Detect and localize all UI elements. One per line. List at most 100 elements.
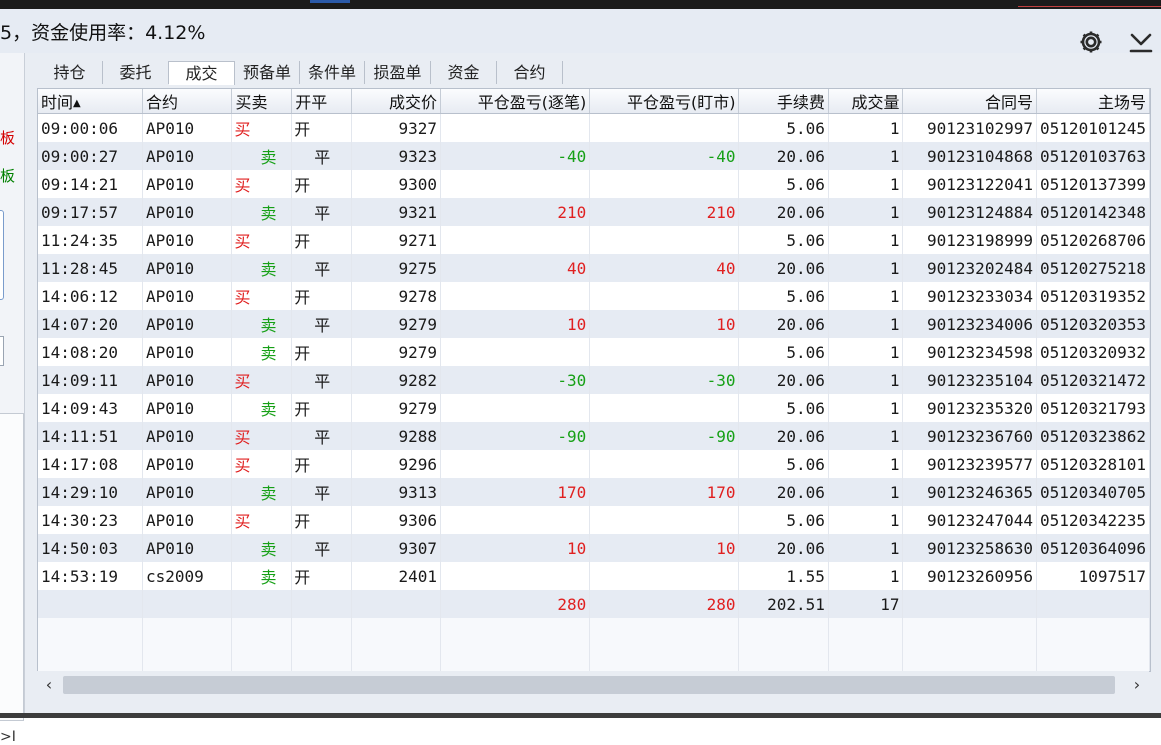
scroll-left-icon[interactable]: ‹ — [39, 674, 59, 696]
cell-contract-no: 90123124884 — [902, 198, 1037, 226]
table-row[interactable]: 14:09:11 AP010 买平 9282 -30 -30 20.06 1 901232351… — [38, 366, 1150, 394]
cell-pnl-mtm: 210 — [589, 198, 740, 226]
cell-time: 09:00:06 — [38, 113, 144, 142]
cell-qty: 1 — [828, 338, 904, 366]
table-row[interactable]: 14:30:23 AP010 买开 9306 5.06 1 90123247044 05120… — [38, 506, 1150, 534]
cell-fee: 5.06 — [738, 450, 829, 478]
cell-time: 11:24:35 — [38, 226, 144, 254]
table-row[interactable]: 14:50:03 AP010 卖平 9307 10 10 20.06 1 90123258630… — [38, 534, 1150, 562]
cell-open-close: 平 — [291, 366, 352, 394]
cell-fee: 1.55 — [738, 562, 829, 590]
table-row[interactable]: 14:06:12 AP010 买开 9278 5.06 1 90123233034 05120… — [38, 282, 1150, 310]
cell-contract: AP010 — [142, 113, 233, 142]
account-summary-bar: 5，资金使用率：4.12% — [0, 9, 1161, 53]
cell-contract: AP010 — [142, 254, 233, 282]
cell-contract-no: 90123202484 — [902, 254, 1037, 282]
gear-icon[interactable] — [1078, 29, 1104, 55]
left-side-panel: 板 板 >I — [0, 53, 25, 745]
cell-fee: 5.06 — [738, 282, 829, 310]
cell-side: 卖 — [231, 394, 293, 422]
cell-pnl-trade: 10 — [440, 534, 591, 562]
table-row[interactable]: 14:17:08 AP010 买开 9296 5.06 1 90123239577 05120… — [38, 450, 1150, 478]
download-icon[interactable] — [1128, 29, 1154, 55]
cell-pnl-trade — [440, 338, 591, 366]
empty-cell — [1036, 618, 1150, 646]
table-row[interactable]: 14:07:20 AP010 卖平 9279 10 10 20.06 1 90123234006… — [38, 310, 1150, 338]
col-header-contract[interactable]: 合约 — [142, 89, 233, 114]
cell-pnl-trade: 170 — [440, 478, 591, 506]
cell-contract-no: 90123198999 — [902, 226, 1037, 254]
cell-pnl-trade: 10 — [440, 310, 591, 338]
col-header-qty[interactable]: 成交量 — [828, 89, 904, 114]
table-row[interactable]: 14:53:19 cs2009 卖开 2401 1.55 1 90123260956 1097… — [38, 562, 1150, 590]
col-header-price[interactable]: 成交价 — [351, 89, 442, 114]
empty-cell — [1036, 646, 1150, 671]
table-row[interactable]: 09:14:21 AP010 买开 9300 5.06 1 90123122041 05120… — [38, 170, 1150, 198]
cell-main-no: 1097517 — [1036, 562, 1150, 590]
table-row[interactable]: 09:00:27 AP010 卖平 9323 -40 -40 20.06 1 901231048… — [38, 142, 1150, 170]
cell-price: 9279 — [351, 310, 442, 338]
cell-side: 买 — [231, 282, 293, 310]
total-empty-cell — [38, 590, 144, 618]
cell-side: 买 — [231, 170, 293, 198]
cell-contract-no: 90123246365 — [902, 478, 1037, 506]
cell-open-close: 平 — [291, 198, 352, 226]
cell-main-no: 05120342235 — [1036, 506, 1150, 534]
left-small-box[interactable] — [0, 336, 4, 366]
table-row[interactable]: 11:28:45 AP010 卖平 9275 40 40 20.06 1 90123202484… — [38, 254, 1150, 282]
cell-contract: AP010 — [142, 450, 233, 478]
left-scroll-end-icon[interactable]: >I — [0, 729, 16, 745]
empty-row — [38, 618, 1150, 646]
table-row[interactable]: 14:09:43 AP010 卖开 9279 5.06 1 90123235320 05120… — [38, 394, 1150, 422]
tab-trades[interactable]: 成交 — [169, 61, 235, 85]
cell-contract: AP010 — [142, 478, 233, 506]
scroll-right-icon[interactable]: › — [1127, 674, 1147, 696]
cell-pnl-mtm — [589, 282, 740, 310]
empty-cell — [902, 646, 1037, 671]
left-input-box[interactable] — [0, 210, 4, 300]
col-header-main-no[interactable]: 主场号 — [1036, 89, 1150, 114]
table-header-row: 时间▲ 合约 买卖 开平 成交价 平仓盈亏(逐笔) 平仓盈亏(盯市) 手续费 成… — [38, 89, 1150, 114]
col-header-contract-no[interactable]: 合同号 — [902, 89, 1037, 114]
tab-funds[interactable]: 资金 — [431, 61, 497, 84]
cell-open-close: 开 — [291, 282, 352, 310]
col-header-side[interactable]: 买卖 — [231, 89, 293, 114]
col-header-open-close[interactable]: 开平 — [291, 89, 352, 114]
cell-side: 卖 — [231, 534, 293, 562]
cell-time: 09:17:57 — [38, 198, 144, 226]
scrollbar-thumb[interactable] — [63, 676, 1115, 694]
cell-pnl-mtm — [589, 450, 740, 478]
tab-orders[interactable]: 委托 — [103, 61, 169, 84]
col-header-pnl-mtm[interactable]: 平仓盈亏(盯市) — [589, 89, 740, 114]
tab-contracts[interactable]: 合约 — [497, 61, 563, 84]
tab-preorders[interactable]: 预备单 — [235, 61, 300, 84]
col-header-time[interactable]: 时间▲ — [38, 89, 144, 114]
cell-main-no: 05120137399 — [1036, 170, 1150, 198]
cell-fee: 5.06 — [738, 113, 829, 142]
cell-open-close: 平 — [291, 478, 352, 506]
horizontal-scrollbar[interactable]: ‹ › — [37, 671, 1149, 701]
cell-open-close: 开 — [291, 506, 352, 534]
col-header-fee[interactable]: 手续费 — [738, 89, 829, 114]
table-row[interactable]: 11:24:35 AP010 买开 9271 5.06 1 90123198999 05120… — [38, 226, 1150, 254]
tab-stop-profit[interactable]: 损盈单 — [365, 61, 431, 84]
cell-pnl-trade — [440, 506, 591, 534]
cell-pnl-mtm: -30 — [589, 366, 740, 394]
table-row[interactable]: 14:08:20 AP010 卖开 9279 5.06 1 90123234598 05120… — [38, 338, 1150, 366]
cell-pnl-mtm — [589, 226, 740, 254]
cell-contract: AP010 — [142, 282, 233, 310]
cell-price: 9275 — [351, 254, 442, 282]
table-row[interactable]: 14:29:10 AP010 卖平 9313 170 170 20.06 1 901232463… — [38, 478, 1150, 506]
cell-contract-no: 90123235320 — [902, 394, 1037, 422]
cell-main-no: 05120321472 — [1036, 366, 1150, 394]
cell-side: 买 — [231, 226, 293, 254]
cell-fee: 20.06 — [738, 534, 829, 562]
tab-positions[interactable]: 持仓 — [37, 61, 103, 84]
table-row[interactable]: 09:00:06 AP010 买开 9327 5.06 1 90123102997 05120… — [38, 113, 1150, 142]
cell-time: 14:09:11 — [38, 366, 144, 394]
table-row[interactable]: 09:17:57 AP010 卖平 9321 210 210 20.06 1 901231248… — [38, 198, 1150, 226]
cell-qty: 1 — [828, 113, 904, 142]
table-row[interactable]: 14:11:51 AP010 买平 9288 -90 -90 20.06 1 901232367… — [38, 422, 1150, 450]
col-header-pnl-trade[interactable]: 平仓盈亏(逐笔) — [440, 89, 591, 114]
tab-conditional[interactable]: 条件单 — [300, 61, 365, 84]
